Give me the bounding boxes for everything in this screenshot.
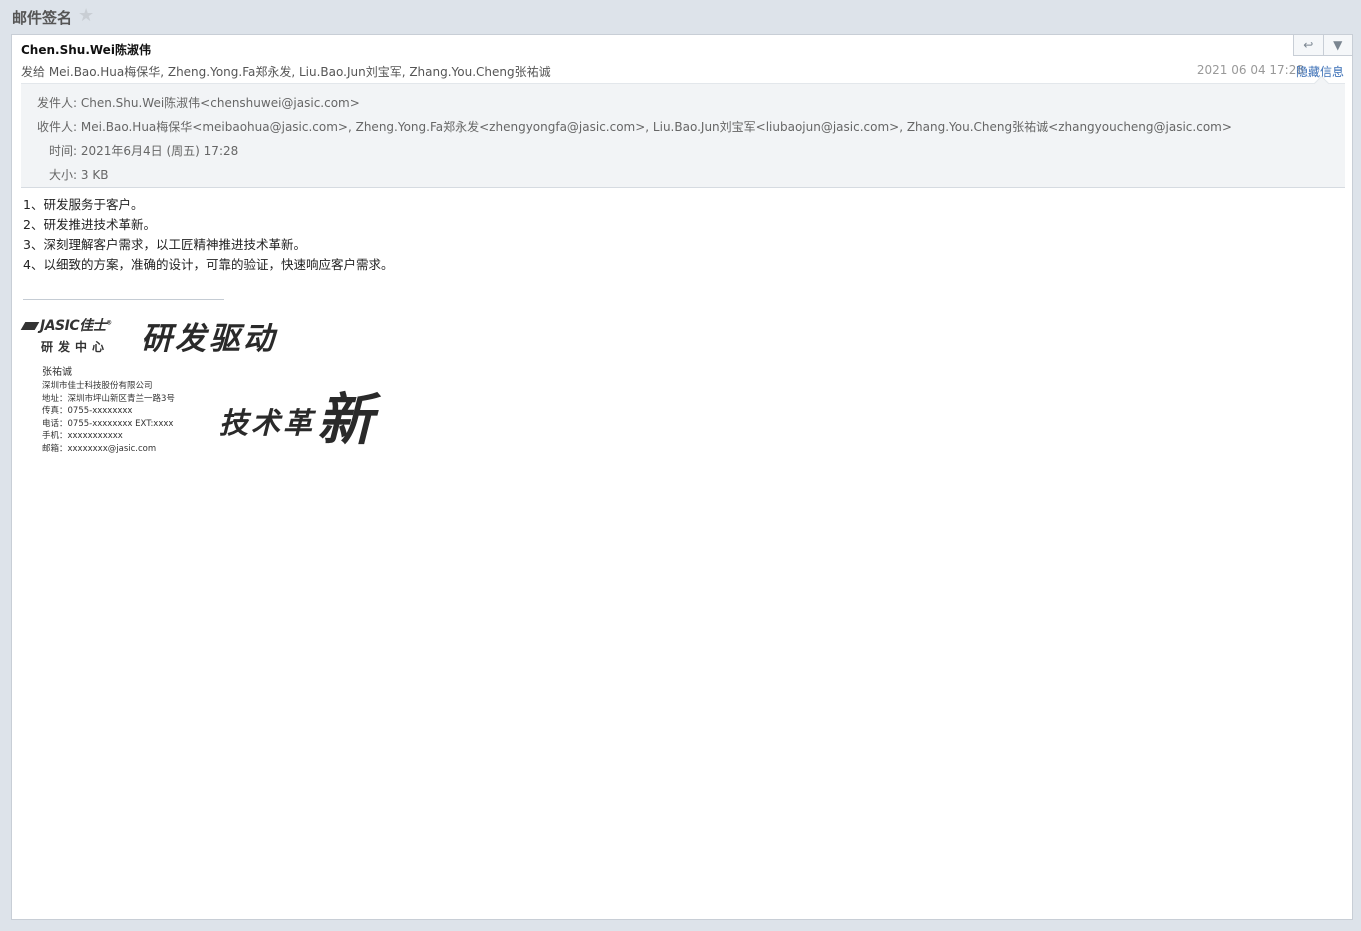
department-name: 研发中心 <box>41 340 110 354</box>
contact-block: 张祐诚 深圳市佳士科技股份有限公司 地址：深圳市坪山新区青兰一路3号 传真：07… <box>42 366 175 456</box>
from-row: 发件人: Chen.Shu.Wei陈淑伟<chenshuwei@jasic.co… <box>37 94 360 111</box>
email-body: 1、研发服务于客户。 2、研发推进技术革新。 3、深刻理解客户需求，以工匠精神推… <box>23 195 393 275</box>
body-line: 1、研发服务于客户。 <box>23 197 144 212</box>
contact-phone: 电话：0755-xxxxxxxx EXT:xxxx <box>42 418 174 429</box>
contact-email[interactable]: 邮箱：xxxxxxxx@jasic.com <box>42 443 175 456</box>
body-line: 3、深刻理解客户需求，以工匠精神推进技术革新。 <box>23 237 306 252</box>
contact-fax: 传真：0755-xxxxxxxx <box>42 406 133 417</box>
logo-text: JASIC佳士 <box>40 318 107 334</box>
reply-button[interactable]: ↩ <box>1294 35 1323 55</box>
slogan-line2: 技术革新 <box>219 369 377 453</box>
slogan-line2-text: 技术革 <box>219 406 316 440</box>
action-buttons: ↩ ▼ <box>1293 34 1353 56</box>
reply-icon: ↩ <box>1303 38 1314 52</box>
to-label: 收件人: <box>37 120 78 134</box>
chevron-down-icon: ▼ <box>1333 38 1343 52</box>
details-box: 发件人: Chen.Shu.Wei陈淑伟<chenshuwei@jasic.co… <box>21 75 1345 188</box>
time-row: 时间: 2021年6月4日 (周五) 17:28 <box>49 142 238 159</box>
size-value: 3 KB <box>80 168 109 182</box>
more-actions-button[interactable]: ▼ <box>1322 35 1353 55</box>
size-label: 大小: <box>49 168 78 182</box>
page-title: 邮件签名 <box>12 9 73 27</box>
signature-divider <box>23 299 224 300</box>
from-value[interactable]: Chen.Shu.Wei陈淑伟<chenshuwei@jasic.com> <box>81 96 360 110</box>
signature: JASIC佳士® 研发中心 研发驱动 技术革新 张祐诚 深圳市佳士科技股份有限公… <box>20 311 423 461</box>
body-line: 2、研发推进技术革新。 <box>23 217 156 232</box>
slogan-line1: 研发驱动 <box>141 321 277 357</box>
contact-address: 地址：深圳市坪山新区青兰一路3号 <box>42 393 175 404</box>
size-row: 大小: 3 KB <box>49 166 108 183</box>
sender-name[interactable]: Chen.Shu.Wei陈淑伟 <box>21 41 151 58</box>
contact-mobile: 手机：xxxxxxxxxxx <box>42 431 123 442</box>
contact-company: 深圳市佳士科技股份有限公司 <box>42 381 153 391</box>
email-panel: Chen.Shu.Wei陈淑伟 发给 Mei.Bao.Hua梅保华, Zheng… <box>11 34 1353 920</box>
from-label: 发件人: <box>37 96 78 110</box>
star-icon[interactable]: ★ <box>78 5 94 26</box>
to-row: 收件人: Mei.Bao.Hua梅保华<meibaohua@jasic.com>… <box>37 118 1232 135</box>
body-line: 4、以细致的方案，准确的设计，可靠的验证，快速响应客户需求。 <box>23 257 394 272</box>
logo-tm: ® <box>106 319 112 327</box>
email-date: 2021 06 04 17:28 <box>1196 63 1304 77</box>
recipients-summary: 发给 Mei.Bao.Hua梅保华, Zheng.Yong.Fa郑永发, Liu… <box>21 65 551 79</box>
title-bar: 邮件签名 ★ <box>0 0 1361 34</box>
slogan-last-char: 新 <box>317 387 377 453</box>
to-value[interactable]: Mei.Bao.Hua梅保华<meibaohua@jasic.com>, Zhe… <box>81 120 1232 134</box>
company-logo: JASIC佳士® <box>20 315 112 335</box>
contact-name: 张祐诚 <box>42 367 72 378</box>
time-value: 2021年6月4日 (周五) 17:28 <box>80 144 239 158</box>
time-label: 时间: <box>49 144 78 158</box>
logo-mark-icon <box>20 322 40 330</box>
